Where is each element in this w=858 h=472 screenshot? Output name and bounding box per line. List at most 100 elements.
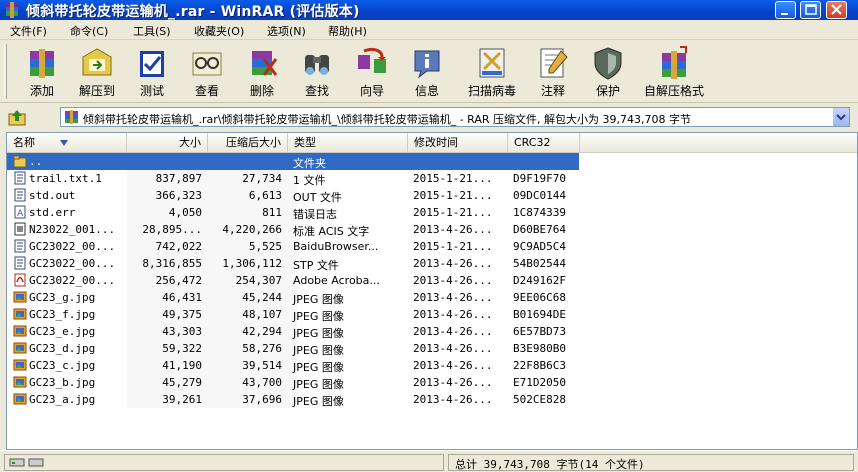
winrar-app-icon[interactable]: [4, 2, 20, 18]
cell-crc: D249162F: [513, 274, 566, 287]
cell-size: 39,261: [162, 393, 202, 406]
cell-packed: 39,514: [242, 359, 282, 372]
minimize-button[interactable]: [775, 1, 796, 19]
cell-crc: 9EE06C68: [513, 291, 566, 304]
up-folder-icon[interactable]: [8, 108, 26, 126]
cell-crc: 54B02544: [513, 257, 566, 270]
delete-button[interactable]: 删除: [236, 44, 288, 100]
find-icon: [305, 55, 329, 75]
wizard-label: 向导: [359, 84, 384, 98]
file-row[interactable]: GC23022_00... 256,472 254,307 Adobe Acroba.…: [7, 272, 579, 289]
cell-type: OUT 文件: [293, 191, 342, 204]
col-modified-header[interactable]: 修改时间: [408, 133, 508, 153]
file-icon: [14, 239, 26, 253]
file-row[interactable]: GC23_g.jpg 46,431 45,244 JPEG 图像 2013-4-26..…: [7, 289, 579, 306]
file-row[interactable]: GC23022_00... 8,316,855 1,306,112 STP 文件 201…: [7, 255, 579, 272]
file-row[interactable]: trail.txt.1 837,897 27,734 1 文件 2015-1-21...…: [7, 170, 579, 187]
cell-name: GC23_c.jpg: [29, 359, 96, 372]
cell-crc: B01694DE: [513, 308, 566, 321]
cell-size: 49,375: [162, 308, 202, 321]
cell-size: 59,322: [162, 342, 202, 355]
find-button[interactable]: 查找: [291, 44, 343, 100]
col-name-header[interactable]: 名称: [7, 133, 127, 153]
cell-type: JPEG 图像: [293, 327, 344, 340]
cell-type: JPEG 图像: [293, 361, 344, 374]
menu-favorites[interactable]: 收藏夹(O): [194, 23, 244, 39]
cell-size: 45,279: [162, 376, 202, 389]
file-row[interactable]: GC23_c.jpg 41,190 39,514 JPEG 图像 2013-4-26..…: [7, 357, 579, 374]
close-icon: [831, 4, 842, 15]
info-button[interactable]: 信息: [401, 44, 453, 100]
cell-name: GC23_b.jpg: [29, 376, 96, 389]
cell-packed: 37,696: [242, 393, 282, 406]
cell-type: 1 文件: [293, 174, 326, 187]
cell-modified: 2013-4-26...: [413, 325, 493, 338]
extract-to-button[interactable]: 解压到: [71, 44, 123, 100]
cell-type: JPEG 图像: [293, 293, 344, 306]
col-packed-header[interactable]: 压缩后大小: [208, 133, 288, 153]
virus-scan-icon: [479, 48, 505, 78]
menu-tools[interactable]: 工具(S): [133, 23, 171, 39]
cell-size: 43,303: [162, 325, 202, 338]
title-bar[interactable]: 倾斜带托轮皮带运输机_.rar - WinRAR (评估版本): [0, 0, 858, 20]
cell-modified: 2015-1-21...: [413, 240, 493, 253]
col-crc-header[interactable]: CRC32: [508, 133, 580, 153]
file-row[interactable]: GC23_e.jpg 43,303 42,294 JPEG 图像 2013-4-26..…: [7, 323, 579, 340]
minimize-icon: [781, 13, 788, 15]
file-row[interactable]: GC23_f.jpg 49,375 48,107 JPEG 图像 2013-4-26..…: [7, 306, 579, 323]
wizard-button[interactable]: 向导: [346, 44, 398, 100]
menu-file[interactable]: 文件(F): [10, 23, 47, 39]
cell-name: GC23_d.jpg: [29, 342, 96, 355]
sfx-button[interactable]: 自解压格式: [641, 44, 707, 100]
file-row[interactable]: GC23_b.jpg 45,279 43,700 JPEG 图像 2013-4-26..…: [7, 374, 579, 391]
cell-name: GC23022_00...: [29, 274, 116, 287]
menu-commands[interactable]: 命令(C): [70, 23, 108, 39]
cell-modified: 2013-4-26...: [413, 257, 493, 270]
cell-crc: E71D2050: [513, 376, 566, 389]
file-list[interactable]: 名称 大小 压缩后大小 类型 修改时间 CRC32 .. 文件夹 trail.txt…: [6, 132, 858, 450]
add-archive-icon: [30, 49, 54, 78]
file-row[interactable]: GC23022_00... 742,022 5,525 BaiduBrowser...…: [7, 238, 579, 255]
cell-type: 错误日志: [293, 208, 337, 221]
cell-name: GC23_a.jpg: [29, 393, 96, 406]
drive-status-icon: [9, 458, 44, 467]
info-icon: [414, 50, 440, 79]
status-right: 总计 39,743,708 字节(14 个文件): [448, 454, 854, 471]
cell-size: 256,472: [155, 274, 202, 287]
col-type-header[interactable]: 类型: [288, 133, 408, 153]
maximize-button[interactable]: [800, 1, 821, 19]
cell-name: N23022_001...: [29, 223, 116, 236]
close-button[interactable]: [826, 1, 847, 19]
test-button[interactable]: 测试: [126, 44, 178, 100]
menu-options[interactable]: 选项(N): [267, 23, 306, 39]
view-icon: [192, 52, 222, 76]
menu-help[interactable]: 帮助(H): [328, 23, 367, 39]
file-row[interactable]: GC23_a.jpg 39,261 37,696 JPEG 图像 2013-4-26..…: [7, 391, 579, 408]
file-row[interactable]: std.out 366,323 6,613 OUT 文件 2015-1-21... 09D…: [7, 187, 579, 204]
protect-button[interactable]: 保护: [582, 44, 634, 100]
menu-bar: 文件(F) 命令(C) 工具(S) 收藏夹(O) 选项(N) 帮助(H): [0, 20, 858, 40]
parent-folder-row[interactable]: .. 文件夹: [7, 153, 579, 170]
file-icon: [14, 171, 26, 185]
cell-packed: 4,220,266: [222, 223, 282, 236]
view-button[interactable]: 查看: [181, 44, 233, 100]
toolbar-grip[interactable]: [4, 44, 7, 99]
address-bar[interactable]: 倾斜带托轮皮带运输机_.rar\倾斜带托轮皮带运输机_\倾斜带托轮皮带运输机_ …: [60, 107, 850, 127]
file-row[interactable]: Astd.err 4,050 811 错误日志 2015-1-21... 1C874339: [7, 204, 579, 221]
image-icon: [13, 325, 27, 337]
file-row[interactable]: N23022_001... 28,895... 4,220,266 标准 ACIS 文…: [7, 221, 579, 238]
virus-scan-button[interactable]: 扫描病毒: [466, 44, 518, 100]
cell-modified: 2015-1-21...: [413, 206, 493, 219]
extract-to-label: 解压到: [78, 84, 115, 98]
wizard-icon: [358, 47, 386, 73]
find-label: 查找: [304, 84, 329, 98]
virus-scan-label: 扫描病毒: [467, 84, 516, 98]
comment-button[interactable]: 注释: [527, 44, 579, 100]
cell-packed: 5,525: [248, 240, 282, 253]
svg-text:A: A: [17, 209, 24, 219]
file-row[interactable]: GC23_d.jpg 59,322 58,276 JPEG 图像 2013-4-26..…: [7, 340, 579, 357]
add-button[interactable]: 添加: [16, 44, 68, 100]
col-size-header[interactable]: 大小: [127, 133, 208, 153]
cell-size: 366,323: [155, 189, 202, 202]
address-dropdown-button[interactable]: [832, 108, 849, 126]
